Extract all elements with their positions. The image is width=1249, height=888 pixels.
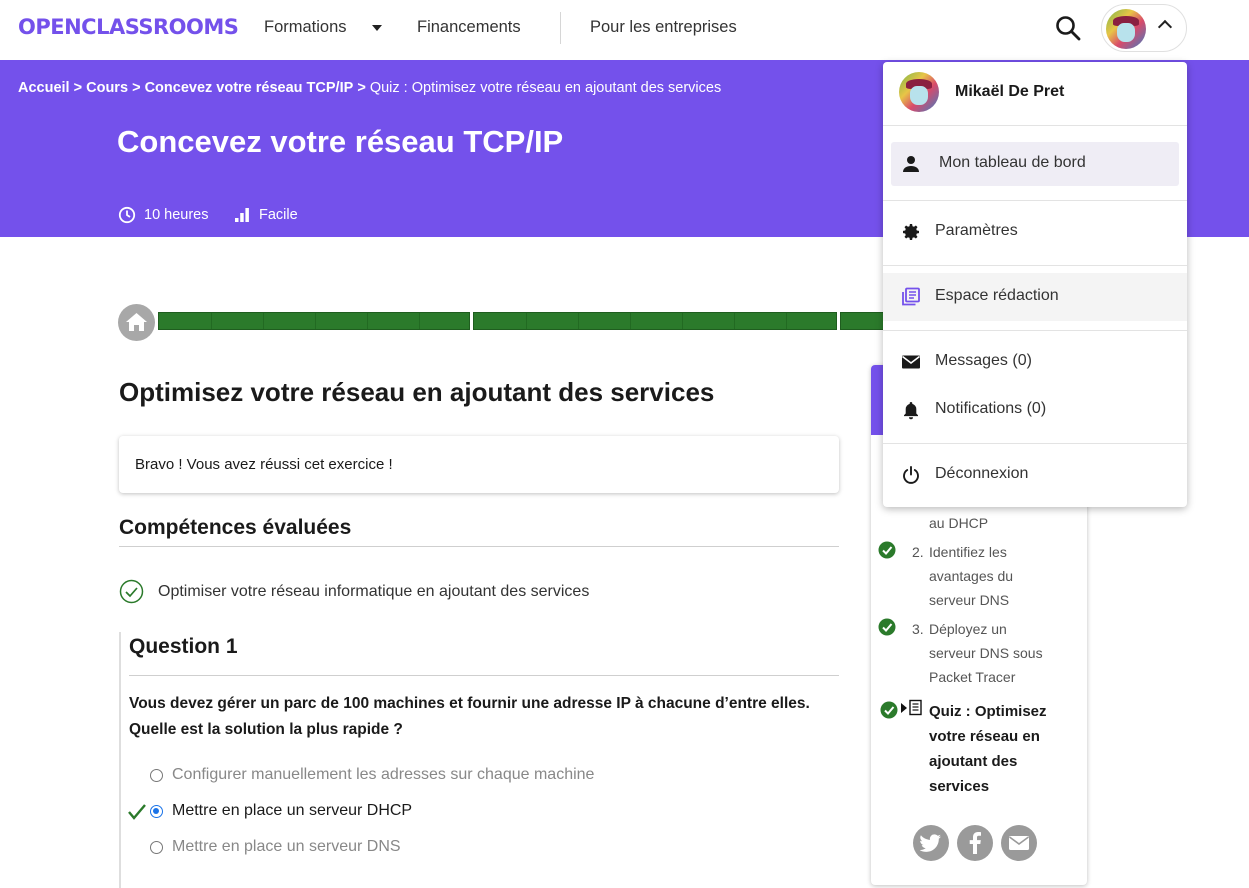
gear-icon	[903, 224, 919, 240]
nav-divider	[560, 12, 561, 44]
duration-label: 10 heures	[144, 207, 209, 223]
breadcrumb-courses[interactable]: Cours	[86, 80, 128, 96]
nav-financements[interactable]: Financements	[417, 18, 521, 37]
power-icon	[903, 466, 919, 484]
person-icon	[903, 156, 919, 172]
current-marker-icon	[901, 703, 907, 713]
outline-item-line: serveur DNS sous	[929, 645, 1043, 661]
menu-item-label: Mon tableau de bord	[939, 154, 1086, 171]
breadcrumb-home[interactable]: Accueil	[18, 80, 70, 96]
menu-item-label: Espace rédaction	[935, 287, 1059, 304]
divider	[129, 675, 839, 676]
check-circle-icon	[119, 579, 144, 604]
outline-item[interactable]: Identifiez les avantages du serveur DNS	[929, 540, 1013, 612]
breadcrumb-course[interactable]: Concevez votre réseau TCP/IP	[145, 80, 354, 96]
progress-segment[interactable]	[158, 312, 470, 330]
breadcrumb-current: Quiz : Optimisez votre réseau en ajoutan…	[369, 80, 722, 96]
clock-icon	[118, 206, 136, 224]
menu-item-label: Notifications (0)	[935, 400, 1047, 417]
divider	[883, 265, 1187, 266]
breadcrumb-separator: >	[357, 80, 366, 96]
caret-down-icon[interactable]	[372, 25, 382, 31]
menu-item-settings[interactable]: Paramètres	[883, 210, 1187, 254]
menu-item-logout[interactable]: Déconnexion	[883, 453, 1187, 497]
avatar	[1106, 9, 1146, 49]
answer-label: Mettre en place un serveur DNS	[172, 838, 401, 855]
outline-item-line: avantages du	[929, 568, 1014, 584]
skills-heading: Compétences évaluées	[119, 516, 352, 539]
course-level: Facile	[233, 206, 298, 224]
skill-label: Optimiser votre réseau informatique en a…	[158, 582, 590, 600]
checkmark-icon	[128, 804, 146, 820]
radio-button[interactable]	[150, 840, 163, 854]
twitter-icon[interactable]	[913, 825, 949, 861]
progress-segment[interactable]	[473, 312, 837, 330]
level-bars-icon	[235, 208, 249, 222]
outline-item-line: Déployez un	[929, 621, 1007, 637]
answer-option[interactable]: Configurer manuellement les adresses sur…	[150, 766, 594, 784]
menu-item-dashboard[interactable]: Mon tableau de bord	[891, 142, 1179, 186]
library-icon	[902, 287, 920, 306]
email-share-icon[interactable]	[1001, 825, 1037, 861]
result-message: Bravo ! Vous avez réussi cet exercice !	[135, 456, 393, 473]
outline-item[interactable]: Déployez un serveur DNS sous Packet Trac…	[929, 617, 1043, 689]
menu-item-messages[interactable]: Messages (0)	[883, 340, 1187, 384]
breadcrumb-separator: >	[132, 80, 141, 96]
outline-current-item[interactable]: Quiz : Optimisez votre réseau en ajoutan…	[929, 699, 1069, 799]
facebook-icon[interactable]	[957, 825, 993, 861]
nav-formations[interactable]: Formations	[264, 18, 347, 37]
menu-item-label: Déconnexion	[935, 465, 1029, 482]
answer-option[interactable]: Mettre en place un serveur DHCP	[150, 802, 412, 820]
top-navigation: OPENCLASSROOMS Formations Financements P…	[0, 0, 1249, 60]
mail-icon	[902, 355, 920, 369]
course-title: Concevez votre réseau TCP/IP	[117, 124, 564, 159]
check-circle-icon	[880, 701, 898, 719]
chevron-up-icon	[1157, 19, 1173, 35]
question-text: Vous devez gérer un parc de 100 machines…	[129, 695, 810, 738]
outline-item-number: 2.	[912, 544, 924, 560]
outline-item-line: Identifiez les	[929, 544, 1007, 560]
divider	[883, 443, 1187, 444]
answer-option[interactable]: Mettre en place un serveur DNS	[150, 838, 401, 856]
progress-segment[interactable]	[840, 312, 888, 330]
radio-button[interactable]	[150, 804, 163, 818]
check-circle-icon	[878, 541, 896, 559]
search-icon[interactable]	[1054, 14, 1082, 42]
divider	[883, 330, 1187, 331]
user-dropdown-menu: Mikaël De Pret Mon tableau de bord Param…	[883, 62, 1187, 507]
openclassrooms-logo[interactable]: OPENCLASSROOMS	[18, 15, 239, 39]
outline-item-line: serveur DNS	[929, 592, 1010, 608]
divider	[883, 200, 1187, 201]
breadcrumb: Accueil > Cours > Concevez votre réseau …	[18, 80, 721, 96]
answer-label: Configurer manuellement les adresses sur…	[172, 766, 595, 783]
answer-label: Mettre en place un serveur DHCP	[172, 802, 413, 819]
outline-item-number: 3.	[912, 621, 924, 637]
question-left-border	[119, 632, 121, 888]
radio-button[interactable]	[150, 768, 163, 782]
outline-item-tail[interactable]: au DHCP	[929, 511, 988, 535]
bell-icon	[904, 402, 918, 420]
nav-entreprises[interactable]: Pour les entreprises	[590, 18, 737, 37]
home-icon[interactable]	[118, 304, 155, 341]
dropdown-user-header: Mikaël De Pret	[883, 62, 1187, 125]
breadcrumb-separator: >	[73, 80, 83, 96]
menu-item-label: Paramètres	[935, 222, 1018, 239]
quiz-document-icon	[909, 699, 922, 716]
level-label: Facile	[259, 207, 298, 223]
divider	[119, 546, 839, 547]
skill-item: Optimiser votre réseau informatique en a…	[119, 579, 589, 604]
course-duration: 10 heures	[118, 206, 209, 224]
menu-item-notifications[interactable]: Notifications (0)	[883, 388, 1187, 432]
menu-item-label: Messages (0)	[935, 352, 1032, 369]
quiz-title: Optimisez votre réseau en ajoutant des s…	[119, 377, 715, 407]
avatar	[899, 72, 939, 112]
user-name: Mikaël De Pret	[955, 83, 1065, 100]
result-message-card: Bravo ! Vous avez réussi cet exercice !	[119, 436, 839, 493]
divider	[883, 125, 1187, 126]
menu-item-editorial[interactable]: Espace rédaction	[883, 273, 1187, 321]
outline-item-line: Packet Tracer	[929, 669, 1016, 685]
user-menu-button[interactable]	[1101, 4, 1187, 52]
question-title: Question 1	[129, 635, 238, 658]
check-circle-icon	[878, 618, 896, 636]
